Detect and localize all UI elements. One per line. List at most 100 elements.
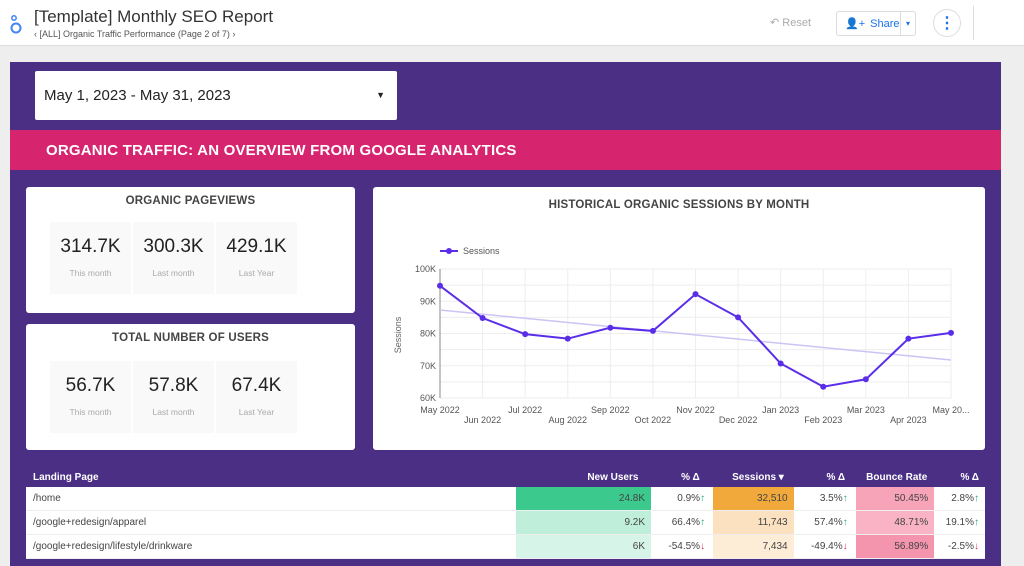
undo-icon: ↶ — [770, 17, 783, 29]
date-range-value: May 1, 2023 - May 31, 2023 — [44, 87, 231, 104]
arrow-down-icon: ↓ — [842, 541, 848, 552]
x-tick-label: Apr 2023 — [890, 415, 927, 425]
new-users-cell: 9.2K — [515, 511, 652, 534]
kpi-value: 57.8K — [148, 375, 199, 396]
kpi-last-year: 67.4K Last Year — [216, 361, 297, 433]
landing-page-cell: /home — [33, 493, 61, 504]
share-label: Share — [870, 17, 900, 30]
share-dropdown-icon[interactable]: ▾ — [901, 19, 915, 28]
card-title: ORGANIC PAGEVIEWS — [125, 195, 256, 207]
reset-label: Reset — [782, 17, 812, 29]
bounce-rate-cell: 48.71% — [855, 511, 935, 534]
page-name[interactable]: [ALL] Organic Traffic Performance (Page … — [40, 29, 230, 39]
kpi-last-month: 300.3K Last month — [133, 222, 214, 294]
kpi-label: This month — [69, 268, 112, 278]
col-bounce-delta[interactable]: % Δ — [933, 468, 985, 487]
data-point — [905, 335, 912, 342]
arrow-down-icon: ↓ — [974, 541, 979, 552]
arrow-up-icon: ↑ — [974, 517, 979, 528]
x-tick-label: Aug 2022 — [548, 415, 587, 425]
bounce-delta-cell: 2.8% ↑ — [951, 493, 979, 504]
col-sessions[interactable]: Sessions ▾ — [708, 468, 790, 487]
sessions-line-chart: May 2022 Jun 2022 Jul 2022 Aug 2022 Sep 2022… — [393, 246, 970, 425]
date-range-picker[interactable]: May 1, 2023 - May 31, 2023 ▼ — [35, 71, 397, 120]
reset-button[interactable]: ↶ Reset — [770, 16, 811, 29]
data-point — [437, 282, 443, 289]
landing-page-cell: /google+redesign/apparel — [33, 517, 147, 528]
kpi-label: Last month — [152, 407, 195, 417]
section-banner: ORGANIC TRAFFIC: AN OVERVIEW FROM GOOGLE… — [10, 130, 1001, 170]
x-tick-label: Dec 2022 — [719, 415, 758, 425]
arrow-up-icon: ↑ — [842, 493, 848, 504]
x-tick-label: Jan 2023 — [762, 405, 799, 415]
data-point — [820, 383, 827, 390]
data-point — [777, 360, 784, 367]
table-row[interactable]: /google+redesign/lifestyle/drinkware 6K … — [26, 535, 985, 559]
next-page-icon[interactable]: › — [230, 29, 235, 39]
sessions-delta-cell: -49.4% ↓ — [810, 541, 848, 552]
table-header: Landing Page New Users % Δ Sessions ▾ % … — [26, 468, 985, 487]
data-point — [735, 314, 742, 321]
dropdown-caret-icon: ▼ — [376, 90, 385, 100]
col-sessions-delta[interactable]: % Δ — [790, 468, 853, 487]
kpi-label: Last Year — [238, 268, 275, 278]
col-landing-page[interactable]: Landing Page — [26, 472, 526, 483]
share-button[interactable]: 👤+ Share ▾ — [836, 11, 916, 36]
bounce-rate-cell: 56.89% — [855, 535, 935, 558]
data-point — [692, 291, 699, 298]
x-tick-label: Nov 2022 — [676, 405, 715, 415]
kpi-label: Last month — [152, 268, 195, 278]
more-options-icon[interactable]: ⋮ — [933, 9, 961, 37]
col-new-users[interactable]: New Users — [526, 468, 644, 487]
kpi-last-year: 429.1K Last Year — [216, 222, 297, 294]
x-tick-label: Jul 2022 — [508, 405, 542, 415]
bounce-delta-cell: 19.1% ↑ — [945, 517, 979, 528]
kpi-last-month: 57.8K Last month — [133, 361, 214, 433]
sessions-delta-cell: 57.4% ↑ — [814, 517, 848, 528]
kpi-value: 429.1K — [226, 236, 287, 257]
new-users-cell: 6K — [515, 535, 652, 558]
new-users-delta-cell: -54.5% ↓ — [668, 541, 706, 552]
kpi-value: 314.7K — [60, 236, 121, 257]
x-tick-label: Feb 2023 — [804, 415, 842, 425]
x-tick-label: May 2022 — [420, 405, 460, 415]
table-row[interactable]: /google+redesign/apparel 9.2K 66.4% ↑ 11… — [26, 511, 985, 535]
divider — [973, 6, 974, 40]
bounce-rate-cell: 50.45% — [855, 487, 935, 510]
y-tick-label: 80K — [420, 329, 436, 339]
arrow-up-icon: ↑ — [700, 493, 706, 504]
report-title: [Template] Monthly SEO Report — [34, 7, 274, 26]
kpi-value: 67.4K — [231, 375, 282, 396]
kpi-value: 300.3K — [143, 236, 204, 257]
new-users-delta-cell: 0.9% ↑ — [677, 493, 706, 504]
legend-label: Sessions — [463, 246, 500, 256]
y-tick-label: 90K — [420, 296, 436, 306]
kpi-this-month: 56.7K This month — [50, 361, 131, 433]
sessions-chart-card: HISTORICAL ORGANIC SESSIONS BY MONTH May… — [373, 187, 985, 450]
page-navigator: ‹ [ALL] Organic Traffic Performance (Pag… — [34, 29, 235, 39]
bounce-delta-cell: -2.5% ↓ — [947, 541, 979, 552]
col-bounce-rate[interactable]: Bounce Rate — [853, 468, 933, 487]
pageviews-card: ORGANIC PAGEVIEWS 314.7K This month 300.3… — [26, 187, 355, 313]
table-row[interactable]: /home 24.8K 0.9% ↑ 32,510 3.5% ↑ 50.45% … — [26, 487, 985, 511]
x-tick-label: Sep 2022 — [591, 405, 630, 415]
chart-legend[interactable]: Sessions — [440, 246, 500, 256]
users-card: TOTAL NUMBER OF USERS 56.7K This month 57… — [26, 324, 355, 450]
data-point — [479, 315, 486, 322]
data-point — [948, 329, 954, 336]
card-title: TOTAL NUMBER OF USERS — [112, 332, 269, 344]
top-bar: [Template] Monthly SEO Report ‹ [ALL] Or… — [0, 0, 1024, 46]
add-person-icon: 👤+ — [845, 18, 866, 30]
sessions-cell: 7,434 — [713, 535, 794, 558]
arrow-down-icon: ↓ — [700, 541, 706, 552]
kpi-label: This month — [69, 407, 112, 417]
x-tick-label: May 20... — [932, 405, 969, 415]
x-tick-label: Oct 2022 — [635, 415, 672, 425]
sessions-cell: 32,510 — [713, 487, 794, 510]
col-new-users-delta[interactable]: % Δ — [644, 468, 707, 487]
landing-page-cell: /google+redesign/lifestyle/drinkware — [33, 541, 193, 552]
data-point — [564, 335, 571, 342]
looker-studio-logo-icon — [10, 15, 22, 34]
landing-page-table: Landing Page New Users % Δ Sessions ▾ % … — [26, 468, 985, 559]
arrow-up-icon: ↑ — [700, 517, 706, 528]
